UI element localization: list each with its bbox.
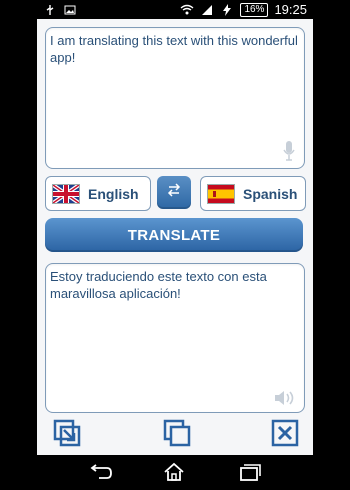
source-language-label: English — [88, 185, 139, 202]
status-bar: 16% 19:25 — [37, 0, 313, 19]
usb-icon — [43, 3, 57, 17]
recent-apps-icon[interactable] — [237, 462, 263, 482]
uk-flag-icon — [51, 182, 81, 205]
charging-icon — [220, 3, 234, 17]
translated-text: Estoy traduciendo este texto con esta ma… — [50, 269, 271, 301]
translator-panel: I am translating this text with this won… — [37, 19, 313, 455]
target-language-selector[interactable]: Spanish — [200, 176, 306, 211]
swap-languages-button[interactable] — [157, 176, 191, 209]
source-text-field[interactable]: I am translating this text with this won… — [45, 27, 305, 169]
bottom-toolbar — [37, 419, 313, 455]
wifi-icon — [180, 3, 194, 17]
speaker-icon[interactable] — [274, 390, 296, 406]
source-text[interactable]: I am translating this text with this won… — [50, 32, 298, 138]
target-language-label: Spanish — [243, 185, 298, 202]
battery-indicator: 16% — [240, 2, 269, 17]
copy-icon[interactable] — [163, 419, 191, 447]
navigation-bar — [37, 455, 313, 490]
app-screen: 16% 19:25 I am translating this text wit… — [37, 0, 313, 490]
mic-icon[interactable] — [282, 140, 296, 162]
spain-flag-icon — [207, 183, 235, 204]
clock: 19:25 — [274, 2, 307, 17]
paste-icon[interactable] — [53, 419, 81, 447]
translate-button[interactable]: TRANSLATE — [45, 218, 303, 252]
image-icon — [63, 3, 77, 17]
home-icon[interactable] — [161, 462, 187, 482]
translated-text-field[interactable]: Estoy traduciendo este texto con esta ma… — [45, 263, 305, 413]
clear-icon[interactable] — [271, 419, 299, 447]
swap-icon — [167, 183, 181, 202]
signal-icon — [200, 3, 214, 17]
source-language-selector[interactable]: English — [45, 176, 151, 211]
back-icon[interactable] — [87, 462, 113, 482]
